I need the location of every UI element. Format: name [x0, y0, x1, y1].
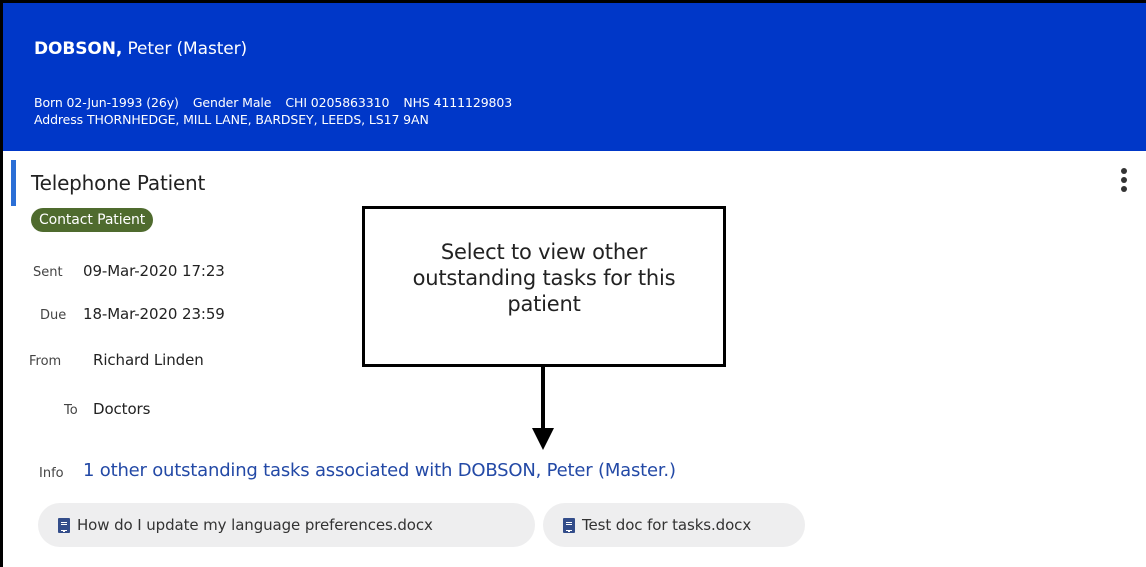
selected-task-accent	[11, 160, 16, 206]
callout-box: Select to view other outstanding tasks f…	[362, 206, 726, 367]
to-value: Doctors	[93, 400, 151, 418]
patient-chi: CHI 0205863310	[285, 95, 390, 110]
more-vertical-icon[interactable]	[1113, 167, 1135, 201]
patient-address: Address THORNHEDGE, MILL LANE, BARDSEY, …	[34, 112, 429, 127]
task-status-badge: Contact Patient	[31, 208, 154, 232]
patient-details: Born 02-Jun-1993 (26y) Gender Male CHI 020…	[34, 94, 512, 128]
info-label: Info	[39, 466, 64, 481]
outstanding-tasks-link[interactable]: 1 other outstanding tasks associated wit…	[83, 460, 676, 481]
document-icon	[58, 517, 70, 533]
document-icon	[563, 517, 575, 533]
patient-banner: DOBSON, Peter (Master) Born 02-Jun-1993 …	[3, 3, 1146, 151]
attachment-chip-2[interactable]: Test doc for tasks.docx	[543, 503, 805, 547]
attachment-label: How do I update my language preferences.…	[77, 516, 433, 534]
patient-details-line-1: Born 02-Jun-1993 (26y) Gender Male CHI 020…	[34, 94, 512, 111]
from-value: Richard Linden	[93, 351, 204, 369]
due-value: 18-Mar-2020 23:59	[83, 305, 225, 323]
patient-gender: Gender Male	[192, 95, 272, 110]
patient-forename: Peter (Master)	[122, 39, 248, 59]
patient-surname: DOBSON,	[34, 39, 123, 59]
from-label: From	[29, 354, 62, 369]
patient-name[interactable]: DOBSON, Peter (Master)	[34, 39, 247, 59]
sent-label: Sent	[33, 265, 63, 280]
callout-arrow-head	[532, 428, 554, 450]
due-label: Due	[40, 308, 67, 323]
attachment-chip-1[interactable]: How do I update my language preferences.…	[38, 503, 535, 547]
sent-value: 09-Mar-2020 17:23	[83, 262, 225, 280]
patient-nhs: NHS 4111129803	[403, 95, 513, 110]
patient-born: Born 02-Jun-1993 (26y)	[34, 95, 179, 110]
callout-arrow-line	[541, 367, 545, 430]
attachment-label: Test doc for tasks.docx	[582, 516, 752, 534]
task-title: Telephone Patient	[31, 171, 206, 195]
callout-text: Select to view other outstanding tasks f…	[412, 240, 676, 316]
to-label: To	[64, 403, 78, 418]
